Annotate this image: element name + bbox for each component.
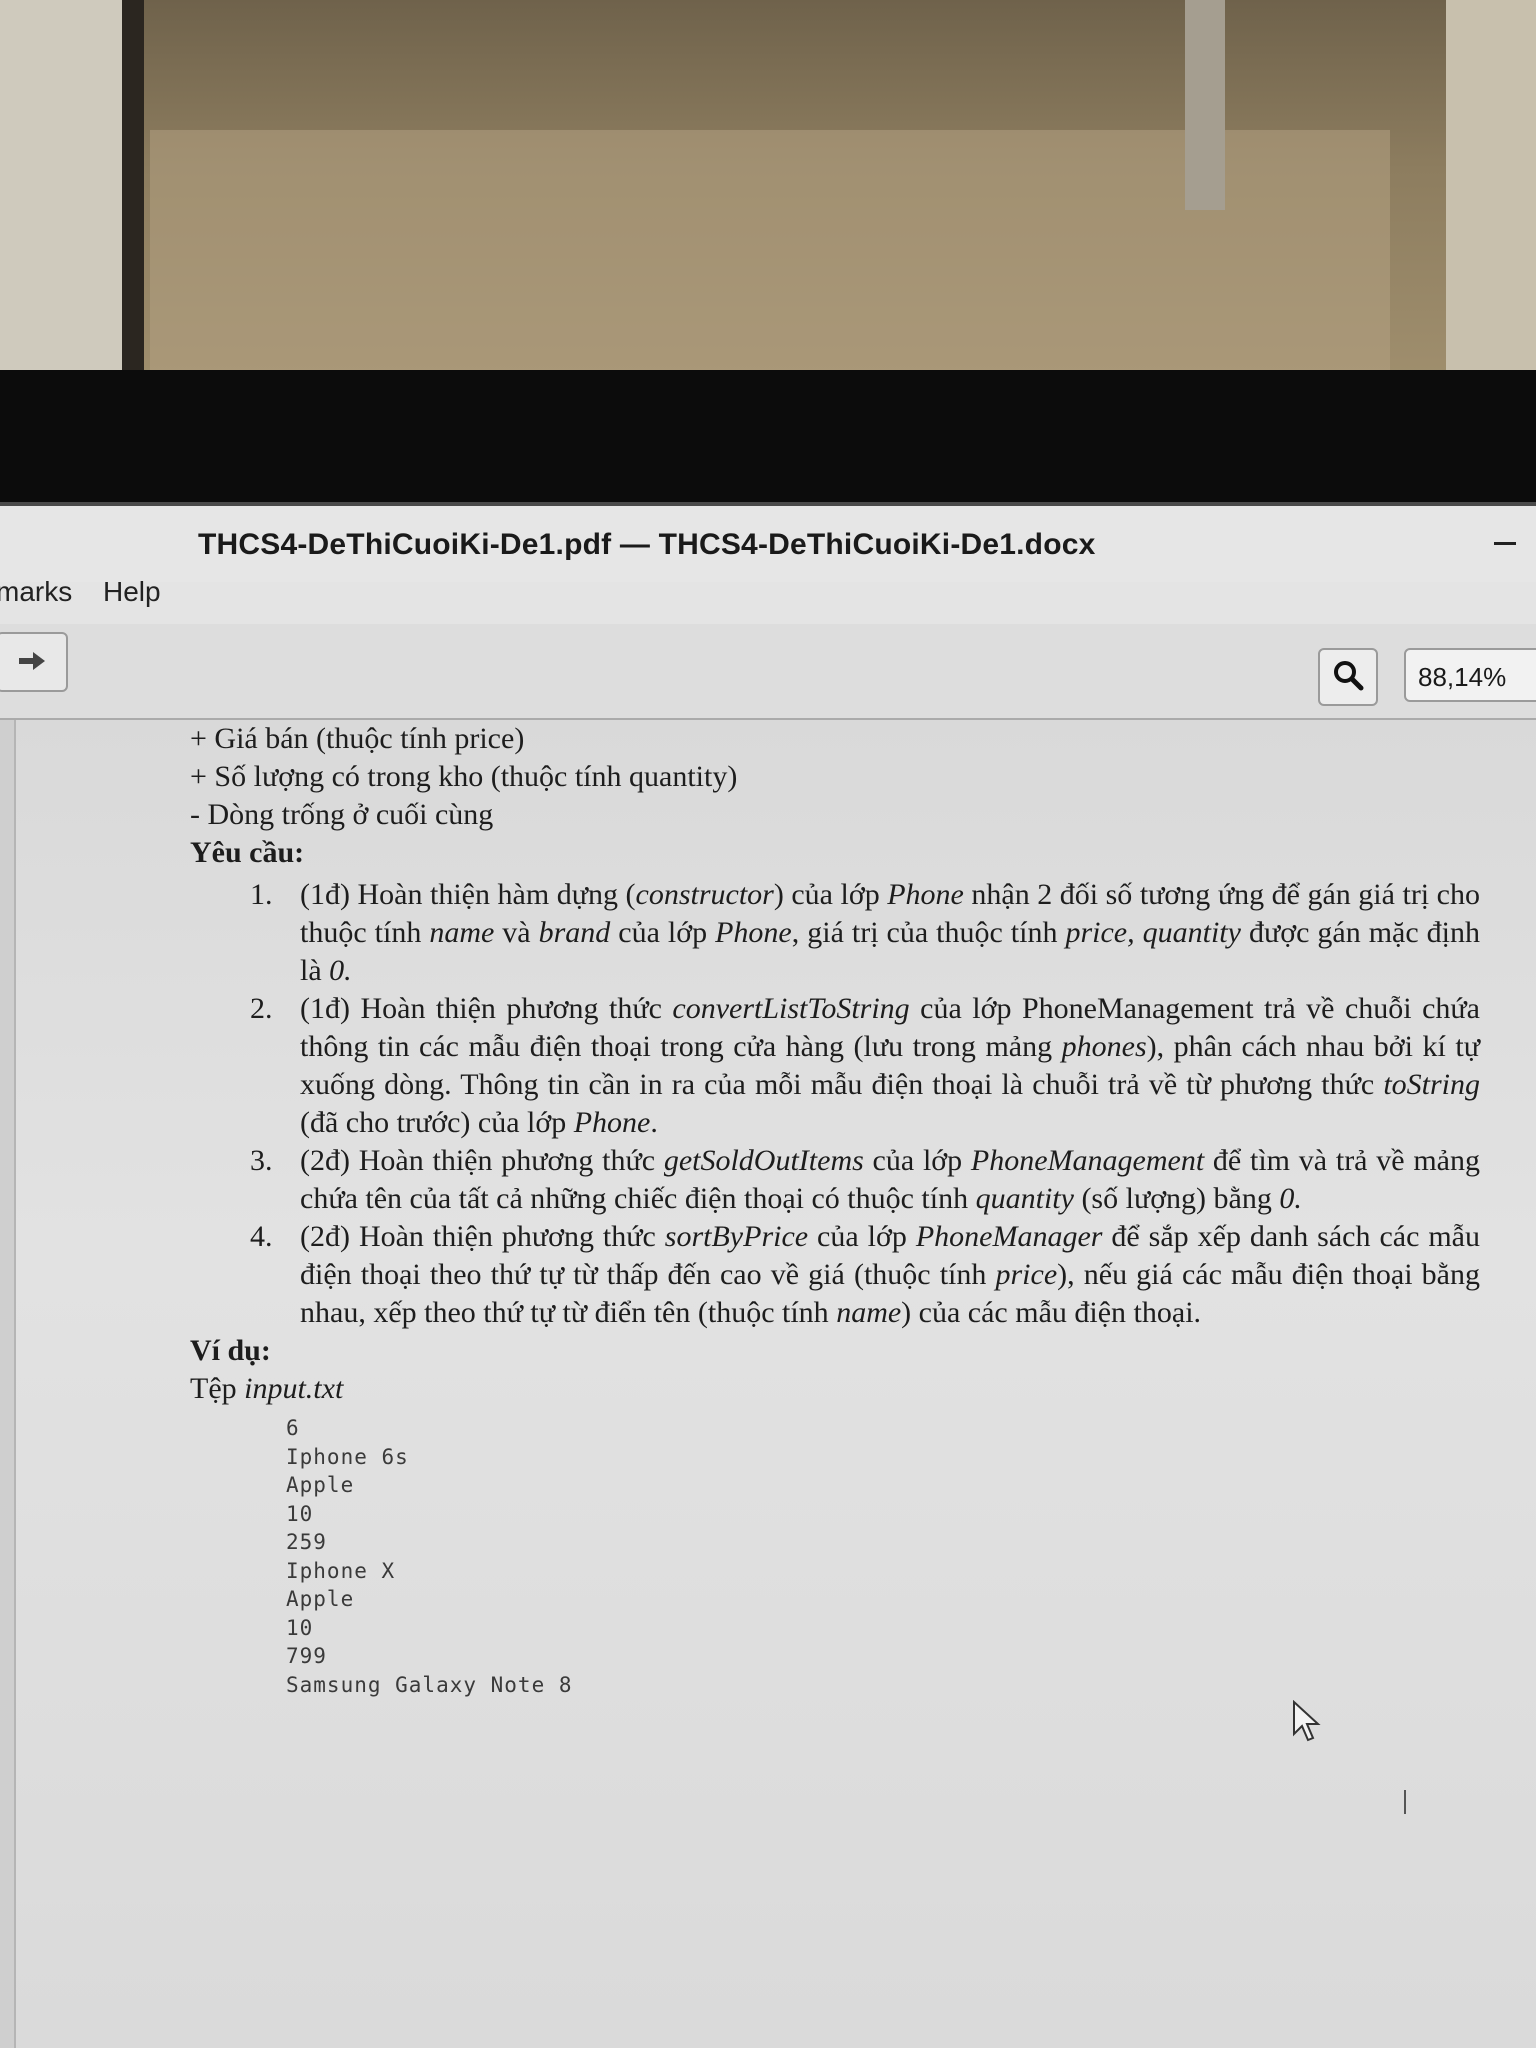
requirement-item: 1. (1đ) Hoàn thiện hàm dựng (constructor… xyxy=(250,878,1480,987)
doc-line: + Giá bán (thuộc tính price) xyxy=(190,722,525,755)
mouse-cursor-icon xyxy=(1292,1699,1322,1748)
file-name: input.txt xyxy=(244,1372,344,1405)
requirement-item: 4. (2đ) Hoàn thiện phương thức sortByPri… xyxy=(250,1220,1480,1329)
menu-bar: marks Help xyxy=(0,570,1536,620)
wall-right xyxy=(1446,0,1536,375)
requirements-list: 1. (1đ) Hoàn thiện hàm dựng (constructor… xyxy=(190,876,1480,1332)
pdf-viewer-window: THCS4-DeThiCuoiKi-De1.pdf — THCS4-DeThiC… xyxy=(0,502,1536,2048)
doc-line: - Dòng trống ở cuối cùng xyxy=(190,798,494,831)
example-heading: Ví dụ: xyxy=(190,1334,271,1367)
doc-line: + Số lượng có trong kho (thuộc tính quan… xyxy=(190,760,738,793)
requirement-item: 3. (2đ) Hoàn thiện phương thức getSoldOu… xyxy=(250,1144,1480,1215)
code-line: Iphone 6s xyxy=(286,1444,409,1469)
code-line: Apple xyxy=(286,1473,355,1497)
sidebar-edge xyxy=(0,720,16,2048)
code-line: 6 xyxy=(286,1416,300,1440)
input-file-content: 6 Iphone 6s Apple 10 259 Iphone X Apple … xyxy=(286,1414,1480,1699)
requirement-item: 2. (1đ) Hoàn thiện phương thức convertLi… xyxy=(250,992,1480,1139)
toolbar: 88,14% xyxy=(0,624,1536,720)
text-caret xyxy=(1404,1790,1406,1814)
pipe xyxy=(1185,0,1225,210)
search-button[interactable] xyxy=(1318,648,1378,706)
code-line: 259 xyxy=(286,1530,327,1554)
wall-left xyxy=(0,0,140,375)
menu-bookmarks[interactable]: marks xyxy=(0,576,72,608)
menu-help[interactable]: Help xyxy=(103,576,161,608)
document-content: + Giá bán (thuộc tính price) + Số lượng … xyxy=(190,720,1480,1699)
code-line: 10 xyxy=(286,1501,314,1526)
file-label: Tệp input.txt xyxy=(190,1372,344,1405)
forward-button[interactable] xyxy=(0,632,68,692)
room-background xyxy=(0,0,1536,375)
arrow-right-icon xyxy=(17,645,47,680)
window-title: THCS4-DeThiCuoiKi-De1.pdf — THCS4-DeThiC… xyxy=(198,528,1096,561)
search-icon xyxy=(1332,659,1364,695)
zoom-field[interactable]: 88,14% xyxy=(1404,648,1536,702)
code-line: Apple xyxy=(286,1587,355,1611)
door-frame xyxy=(122,0,144,375)
code-line: Samsung Galaxy Note 8 xyxy=(286,1672,573,1697)
requirements-heading: Yêu cầu: xyxy=(190,836,305,869)
code-line: 10 xyxy=(286,1615,314,1640)
minimize-icon[interactable] xyxy=(1494,542,1516,545)
monitor-bezel xyxy=(0,370,1536,502)
code-line: Iphone X xyxy=(286,1558,396,1583)
code-line: 799 xyxy=(286,1644,327,1668)
document-page: + Giá bán (thuộc tính price) + Số lượng … xyxy=(16,720,1536,2048)
